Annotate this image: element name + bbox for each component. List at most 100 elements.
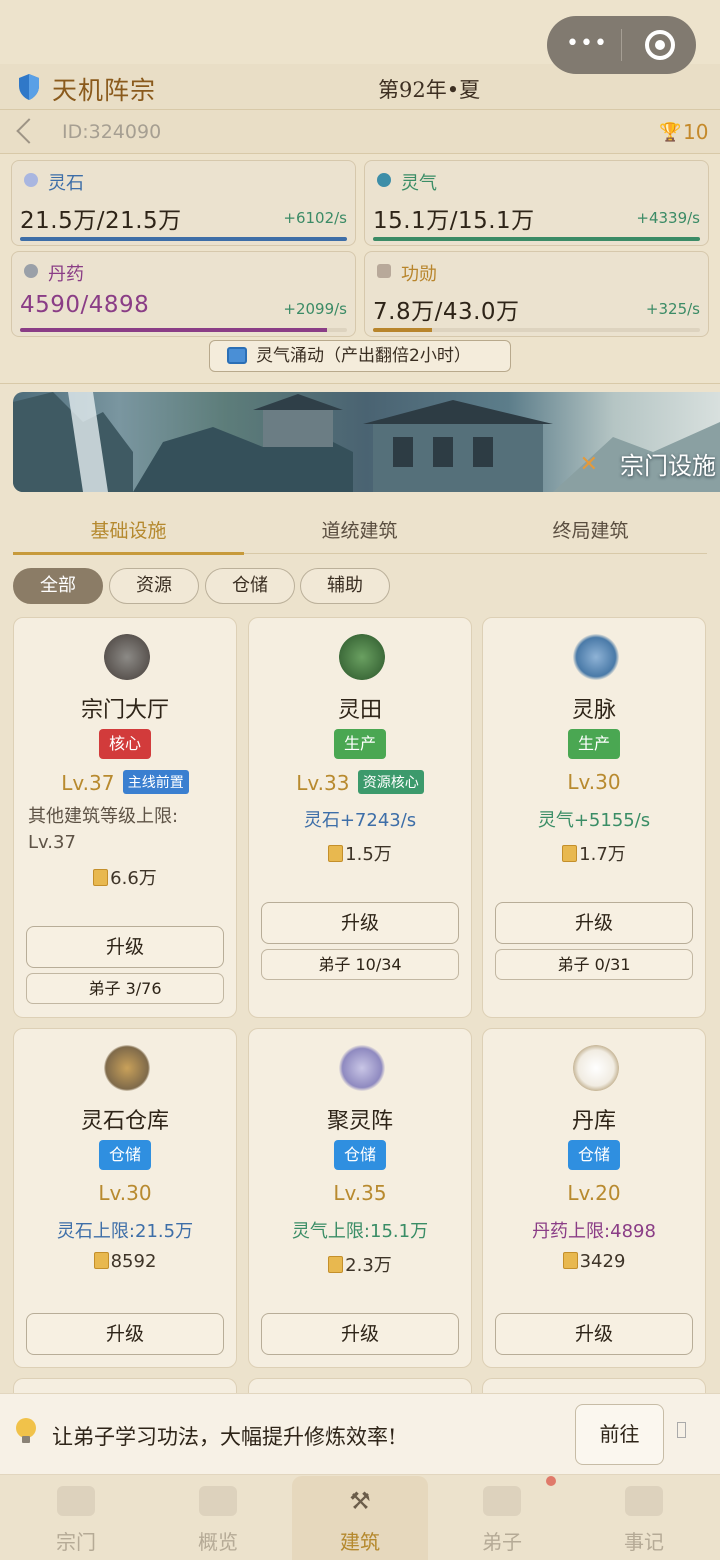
- disciple-slots-button[interactable]: 弟子 3/76: [26, 973, 224, 1004]
- upgrade-cost: 8592: [14, 1251, 236, 1272]
- upgrade-button[interactable]: 升级: [26, 1313, 224, 1355]
- disciple-icon: [483, 1486, 521, 1516]
- building-level: Lv.35: [333, 1181, 387, 1205]
- merit-scroll-icon: [328, 845, 344, 862]
- notification-dot: [546, 1476, 556, 1486]
- close-miniapp-icon[interactable]: [645, 30, 675, 60]
- resource-rate: +325/s: [645, 300, 700, 318]
- building-effect: 丹药上限:4898: [532, 1221, 656, 1242]
- cost-value: 2.3万: [345, 1255, 392, 1276]
- spirit-qi-icon: [377, 173, 391, 187]
- upgrade-button[interactable]: 升级: [261, 1313, 459, 1355]
- cap-note-line: 其他建筑等级上限:: [28, 806, 179, 827]
- overview-scroll-icon: [199, 1486, 237, 1516]
- nav-label: 建筑: [340, 1530, 380, 1554]
- qi-surge-label: 灵气涌动（产出翻倍2小时）: [256, 346, 471, 366]
- capsule-divider: [621, 29, 622, 61]
- upgrade-button[interactable]: 升级: [495, 1313, 693, 1355]
- spirit-vein-icon: [573, 634, 619, 680]
- resource-card-merit: 功勋 7.8万/43.0万 +325/s: [364, 251, 709, 337]
- resource-amount: 15.1万/15.1万: [373, 208, 535, 234]
- upgrade-cost: 1.5万: [249, 840, 471, 866]
- merit-scroll-icon: [562, 845, 578, 862]
- nav-label: 宗门: [56, 1530, 96, 1554]
- nav-label: 事记: [624, 1530, 664, 1554]
- upgrade-button[interactable]: 升级: [261, 902, 459, 944]
- building-level-row: Lv.33 资源核心: [249, 770, 471, 795]
- elixir-icon: [24, 264, 38, 278]
- tip-bar: 让弟子学习功法，大幅提升修炼效率! 前往: [0, 1393, 720, 1475]
- filter-all[interactable]: 全部: [13, 568, 103, 604]
- year-season: 第92年•夏: [378, 78, 481, 102]
- upgrade-button[interactable]: 升级: [495, 902, 693, 944]
- cost-value: 3429: [579, 1251, 626, 1272]
- spirit-field-icon: [339, 634, 385, 680]
- resource-bar: [20, 328, 347, 332]
- upgrade-cost: 2.3万: [249, 1251, 471, 1277]
- shield-icon: [19, 74, 39, 100]
- qi-surge-button[interactable]: 灵气涌动（产出翻倍2小时）: [209, 340, 511, 372]
- merit-scroll-icon: [562, 1252, 578, 1269]
- filter-storage[interactable]: 仓储: [205, 568, 295, 604]
- records-icon: [625, 1486, 663, 1516]
- building-card-elixir-storehouse: 丹库 仓储 Lv.20 丹药上限:4898 3429 升级: [482, 1028, 706, 1368]
- building-level: Lv.30: [98, 1181, 152, 1205]
- resource-core-badge: 资源核心: [357, 770, 424, 794]
- building-level-row: Lv.35: [249, 1181, 471, 1205]
- disciple-slots-button[interactable]: 弟子 10/34: [261, 949, 459, 980]
- close-tip-icon[interactable]: [677, 1422, 686, 1438]
- building-tag: 核心: [98, 729, 152, 759]
- upgrade-button[interactable]: 升级: [26, 926, 224, 968]
- building-tag: 仓储: [333, 1140, 387, 1170]
- tab-lineage-buildings[interactable]: 道统建筑: [244, 516, 475, 543]
- building-tabs: 基础设施 道统建筑 终局建筑: [13, 506, 707, 555]
- mainline-prereq-badge: 主线前置: [122, 770, 189, 794]
- nav-item-overview[interactable]: 概览: [150, 1476, 286, 1560]
- tab-endgame-buildings[interactable]: 终局建筑: [475, 516, 706, 543]
- sect-hall-icon: [57, 1486, 95, 1516]
- spirit-stone-icon: [24, 173, 38, 187]
- filter-auxiliary[interactable]: 辅助: [300, 568, 390, 604]
- resource-bar-fill: [373, 237, 700, 241]
- banner-title: 宗门设施: [620, 452, 716, 480]
- resource-card-spirit-qi: 灵气 15.1万/15.1万 +4339/s: [364, 160, 709, 246]
- hammer-tools-icon: ⚒: [349, 1487, 371, 1515]
- crossed-tools-icon: ✕: [579, 452, 598, 477]
- more-menu-icon[interactable]: •••: [566, 33, 607, 55]
- nav-item-buildings[interactable]: ⚒ 建筑: [292, 1476, 428, 1560]
- building-effect: 灵气+5155/s: [537, 810, 651, 831]
- upgrade-cost: 6.6万: [14, 864, 236, 890]
- tip-text: 让弟子学习功法，大幅提升修炼效率!: [52, 1425, 397, 1449]
- elixir-storehouse-icon: [573, 1045, 619, 1091]
- back-arrow-icon[interactable]: [16, 118, 42, 144]
- building-effect: 灵气上限:15.1万: [291, 1221, 429, 1242]
- resource-name: 灵石: [48, 173, 84, 194]
- trophy-icon: 🏆: [659, 122, 682, 143]
- mountain-temple-illustration: [13, 392, 720, 492]
- tab-basic-facilities[interactable]: 基础设施: [13, 516, 244, 543]
- merit-scroll-icon: [93, 1252, 109, 1269]
- building-tag: 仓储: [567, 1140, 621, 1170]
- bottom-nav: 宗门 概览 ⚒ 建筑 弟子 事记: [0, 1476, 720, 1560]
- filter-resource[interactable]: 资源: [109, 568, 199, 604]
- building-card-sect-hall: 宗门大厅 核心 Lv.37 主线前置 其他建筑等级上限: Lv.37 6.6万 …: [13, 617, 237, 1018]
- cost-value: 1.7万: [579, 844, 626, 865]
- building-level: Lv.37: [61, 771, 115, 795]
- building-name: 灵石仓库: [80, 1109, 169, 1134]
- nav-item-sect[interactable]: 宗门: [8, 1476, 144, 1560]
- resource-rate: +4339/s: [636, 209, 700, 227]
- resource-bar-fill: [20, 328, 328, 332]
- building-name: 灵脉: [571, 698, 616, 723]
- resource-bar: [373, 237, 700, 241]
- building-name: 聚灵阵: [326, 1109, 393, 1134]
- tip-go-button[interactable]: 前往: [575, 1404, 664, 1465]
- resource-bar-fill: [20, 237, 347, 241]
- trophy-count: 10: [683, 120, 709, 144]
- building-name: 宗门大厅: [80, 698, 169, 723]
- nav-item-records[interactable]: 事记: [576, 1476, 712, 1560]
- building-card-spirit-field: 灵田 生产 Lv.33 资源核心 灵石+7243/s 1.5万 升级 弟子 10…: [248, 617, 472, 1018]
- nav-item-disciples[interactable]: 弟子: [434, 1476, 570, 1560]
- disciple-slots-button[interactable]: 弟子 0/31: [495, 949, 693, 980]
- building-level-row: Lv.37 主线前置: [14, 770, 236, 795]
- building-level-row: Lv.20: [483, 1181, 705, 1205]
